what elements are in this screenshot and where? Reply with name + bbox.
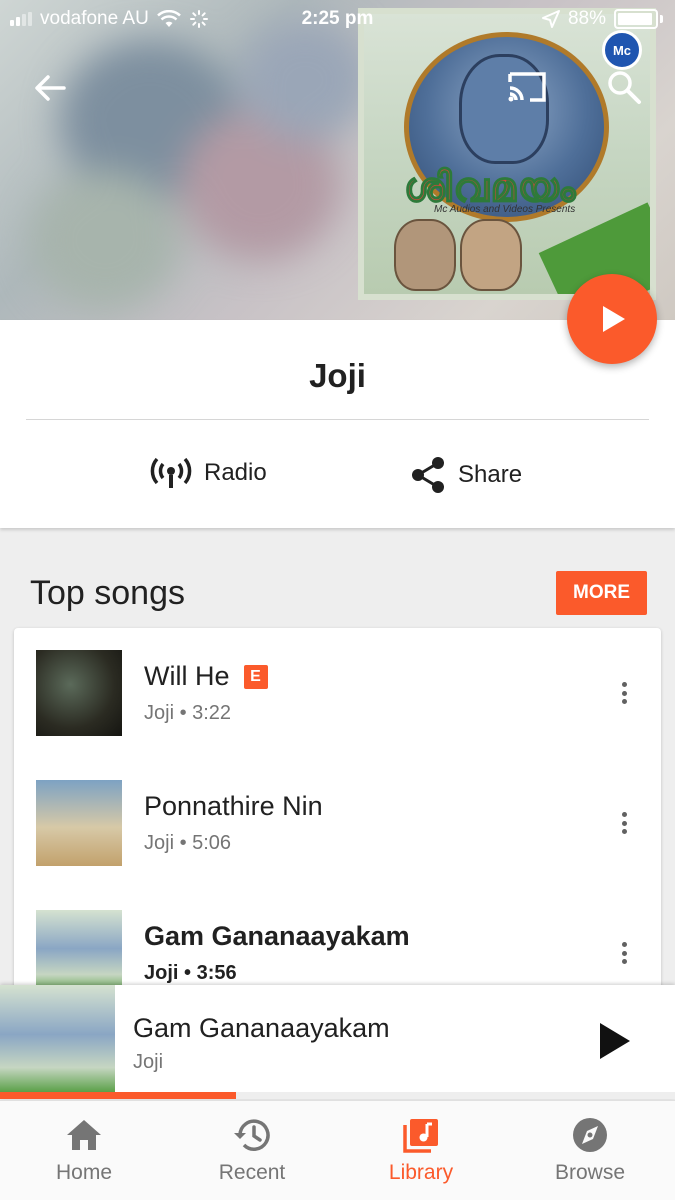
top-songs-list: Will He E Joji • 3:22 Ponnathire Nin Joj…: [14, 628, 661, 1008]
back-arrow-icon[interactable]: [30, 68, 70, 108]
nav-home[interactable]: Home: [0, 1101, 168, 1200]
share-button[interactable]: Share: [410, 456, 522, 494]
home-icon: [67, 1120, 101, 1150]
status-bar: vodafone AU 2:25 pm 88%: [0, 0, 675, 40]
top-songs-title: Top songs: [30, 574, 185, 612]
artist-name: Joji: [309, 357, 366, 394]
play-artist-button[interactable]: [567, 274, 657, 364]
more-options-icon[interactable]: [612, 808, 636, 838]
location-icon: [541, 10, 560, 28]
now-playing-title: Gam Gananaayakam: [133, 1013, 390, 1043]
nav-label-library: Library: [388, 1161, 454, 1184]
song-thumbnail: [36, 650, 122, 736]
artist-header: vodafone AU 2:25 pm 88% Mc ശിവമയം Mc Aud…: [0, 0, 675, 320]
nav-recent[interactable]: Recent: [168, 1101, 336, 1200]
more-options-icon[interactable]: [612, 938, 636, 968]
song-title: Gam Gananaayakam: [144, 921, 410, 951]
battery-icon: [614, 9, 658, 29]
cover-subtitle: Mc Audios and Videos Presents: [434, 204, 576, 215]
song-title: Will He: [144, 661, 230, 691]
divider: [26, 419, 649, 420]
song-thumbnail: [36, 780, 122, 866]
share-icon: [412, 457, 444, 493]
more-button[interactable]: MORE: [556, 571, 647, 615]
song-row-ponnathire-nin[interactable]: Ponnathire Nin Joji • 5:06: [14, 758, 661, 888]
now-playing-artist: Joji: [133, 1051, 164, 1073]
nav-label-home: Home: [55, 1161, 113, 1184]
radio-icon: [150, 457, 192, 488]
radio-label: Radio: [204, 459, 267, 486]
compass-icon: [573, 1118, 607, 1152]
artist-info-card: Joji Radio Share: [0, 320, 675, 528]
song-subtitle: Joji • 3:56: [144, 962, 237, 984]
more-options-icon[interactable]: [612, 678, 636, 708]
album-cover-art: Mc ശിവമയം Mc Audios and Videos Presents: [358, 8, 656, 300]
nav-label-recent: Recent: [218, 1161, 286, 1184]
share-label: Share: [458, 461, 523, 488]
cast-icon[interactable]: [504, 66, 550, 108]
nav-library[interactable]: Library: [337, 1101, 505, 1200]
library-icon: [403, 1119, 438, 1153]
play-icon: [603, 306, 625, 332]
song-title: Ponnathire Nin: [144, 791, 323, 821]
playback-progress[interactable]: [0, 1092, 675, 1099]
radio-button[interactable]: Radio: [150, 456, 267, 490]
song-subtitle: Joji • 5:06: [144, 832, 232, 854]
nav-browse[interactable]: Browse: [506, 1101, 674, 1200]
now-playing-bar[interactable]: Gam Gananaayakam Joji: [0, 985, 675, 1099]
song-row-will-he[interactable]: Will He E Joji • 3:22: [14, 628, 661, 758]
bottom-navigation: Home Recent Library Browse: [0, 1100, 675, 1200]
nav-label-browse: Browse: [554, 1161, 626, 1184]
explicit-badge: E: [243, 664, 268, 689]
song-thumbnail: [36, 910, 122, 996]
search-icon[interactable]: [604, 68, 646, 108]
play-icon[interactable]: [592, 1019, 636, 1063]
song-subtitle: Joji • 3:22: [144, 702, 232, 724]
playback-progress-fill: [0, 1092, 237, 1099]
battery-percent: 88%: [567, 8, 606, 29]
history-icon: [234, 1119, 270, 1151]
now-playing-thumbnail: [0, 985, 115, 1095]
